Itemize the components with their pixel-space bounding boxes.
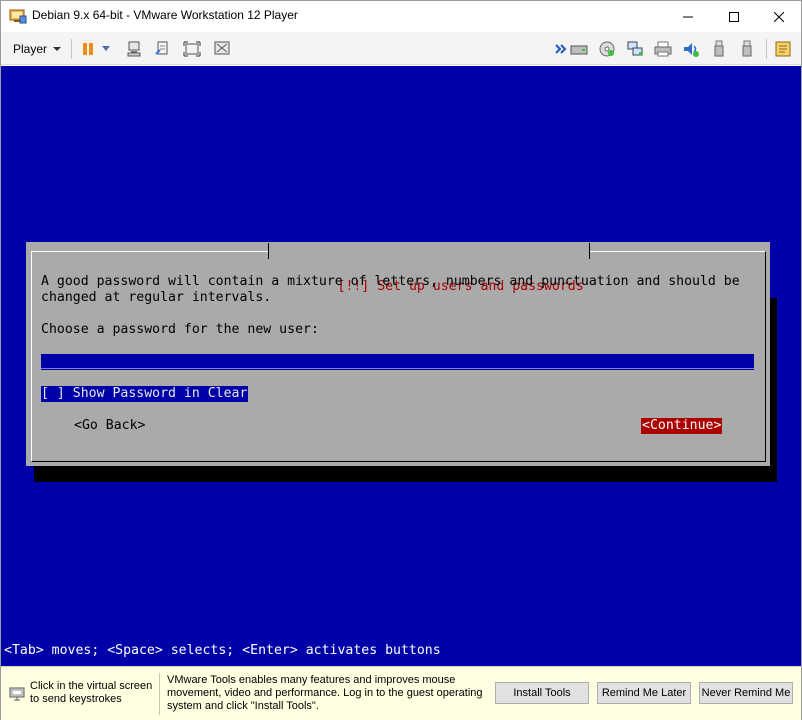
sound-icon[interactable] (682, 40, 700, 58)
continue-button[interactable]: <Continue> (641, 418, 723, 434)
go-back-button[interactable]: <Go Back> (74, 418, 145, 434)
installer-dialog: [!!] Set up users and passwords A good p… (26, 242, 770, 466)
keyboard-hint-icon (9, 685, 25, 701)
password-prompt: Choose a password for the new user: (41, 322, 319, 337)
close-icon (774, 11, 784, 22)
window-title: Debian 9.x 64-bit - VMware Workstation 1… (32, 8, 298, 22)
description-text: A good password will contain a mixture o… (41, 274, 740, 289)
toolbar-divider (766, 39, 767, 59)
hard-disk-icon[interactable] (570, 40, 588, 58)
usb-device-icon[interactable] (738, 40, 756, 58)
player-menu[interactable]: Player (7, 38, 67, 60)
close-button[interactable] (756, 1, 802, 32)
usb-device-icon[interactable] (710, 40, 728, 58)
fit-guest-icon[interactable] (154, 40, 172, 58)
never-remind-me-button[interactable]: Never Remind Me (699, 682, 793, 704)
toolbar: Player (1, 32, 801, 65)
remind-me-later-button[interactable]: Remind Me Later (597, 682, 691, 704)
dialog-title: [!!] Set up users and passwords (268, 242, 590, 294)
minimize-button[interactable] (665, 1, 711, 32)
title-bar: Debian 9.x 64-bit - VMware Workstation 1… (1, 1, 801, 32)
vmware-tools-notification-bar: Click in the virtual screen to send keys… (1, 666, 801, 720)
unity-icon[interactable] (213, 40, 231, 58)
vmware-app-icon (9, 8, 27, 24)
dropdown-arrow-icon[interactable] (100, 40, 112, 58)
maximize-button[interactable] (711, 1, 757, 32)
network-adapter-icon[interactable] (626, 40, 644, 58)
installer-status-line: <Tab> moves; <Space> selects; <Enter> ac… (4, 643, 441, 658)
forward-arrows-icon[interactable] (552, 40, 570, 58)
send-ctrl-alt-del-icon[interactable] (126, 40, 144, 58)
vmware-tools-message: VMware Tools enables many features and i… (167, 674, 483, 712)
message-log-icon[interactable] (774, 40, 792, 58)
toolbar-divider (71, 39, 72, 59)
full-screen-icon[interactable] (183, 40, 201, 58)
install-tools-button[interactable]: Install Tools (495, 682, 589, 704)
maximize-icon (729, 11, 739, 22)
description-text: changed at regular intervals. (41, 290, 272, 305)
notification-divider (159, 673, 160, 715)
show-password-checkbox[interactable]: [ ] Show Password in Clear (41, 386, 249, 402)
chevron-down-icon (53, 47, 62, 51)
printer-icon[interactable] (654, 40, 672, 58)
keystroke-hint: Click in the virtual screen to send keys… (30, 680, 153, 705)
virtual-machine-screen[interactable]: [!!] Set up users and passwords A good p… (1, 66, 801, 666)
password-input[interactable]: ****** (41, 354, 754, 370)
player-menu-label: Player (13, 42, 48, 56)
field-underline (41, 368, 754, 369)
cd-dvd-icon[interactable] (598, 40, 616, 58)
minimize-icon (683, 16, 693, 17)
pause-icon[interactable] (79, 40, 97, 58)
vmware-player-window: Debian 9.x 64-bit - VMware Workstation 1… (0, 0, 802, 720)
